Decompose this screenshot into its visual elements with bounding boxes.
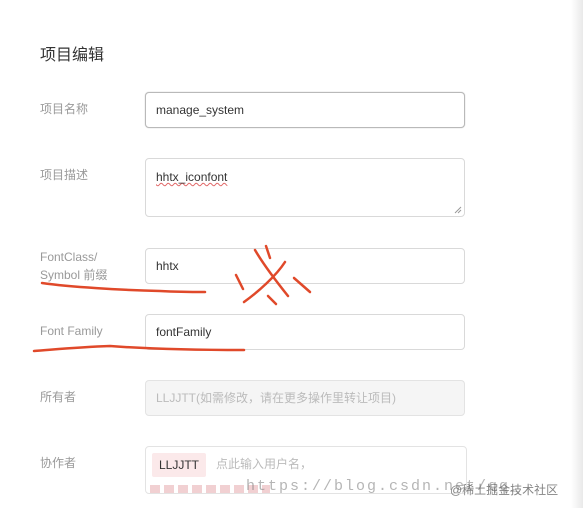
dialog-edge-shadow <box>571 0 583 508</box>
site-watermark: @稀土掘金技术社区 <box>450 483 559 497</box>
project-edit-dialog: 项目编辑 项目名称 manage_system 项目描述 hhtx_iconfo… <box>0 0 583 508</box>
font-class-label-line1: FontClass/ <box>40 250 98 264</box>
project-name-value: manage_system <box>156 103 245 117</box>
font-class-label: FontClass/ Symbol 前缀 <box>40 248 107 284</box>
collaborator-tag[interactable]: LLJJTT <box>152 453 207 477</box>
font-class-label-line2: Symbol 前缀 <box>40 268 108 282</box>
owner-value: LLJJTT(如需修改，请在更多操作里转让项目) <box>156 391 397 405</box>
project-name-input[interactable]: manage_system <box>145 92 465 128</box>
owner-label: 所有者 <box>40 390 77 404</box>
dialog-title: 项目编辑 <box>40 47 105 64</box>
collaborators-placeholder: 点此输入用户名， <box>216 457 313 471</box>
project-desc-label: 项目描述 <box>40 168 89 182</box>
font-family-value: fontFamily <box>156 325 212 339</box>
resize-handle-icon[interactable] <box>454 206 462 214</box>
project-desc-value: hhtx_iconfont <box>156 170 228 184</box>
project-desc-textarea[interactable]: hhtx_iconfont <box>145 158 465 217</box>
owner-input: LLJJTT(如需修改，请在更多操作里转让项目) <box>145 380 465 416</box>
font-family-label: Font Family <box>40 324 103 338</box>
collaborators-label: 协作者 <box>40 456 77 470</box>
font-class-input[interactable]: hhtx <box>145 248 465 284</box>
underline-font-class <box>40 281 207 294</box>
project-name-label: 项目名称 <box>40 102 89 116</box>
font-family-input[interactable]: fontFamily <box>145 314 465 350</box>
font-class-value: hhtx <box>156 259 179 273</box>
x-mark-stroke-6 <box>266 294 278 306</box>
